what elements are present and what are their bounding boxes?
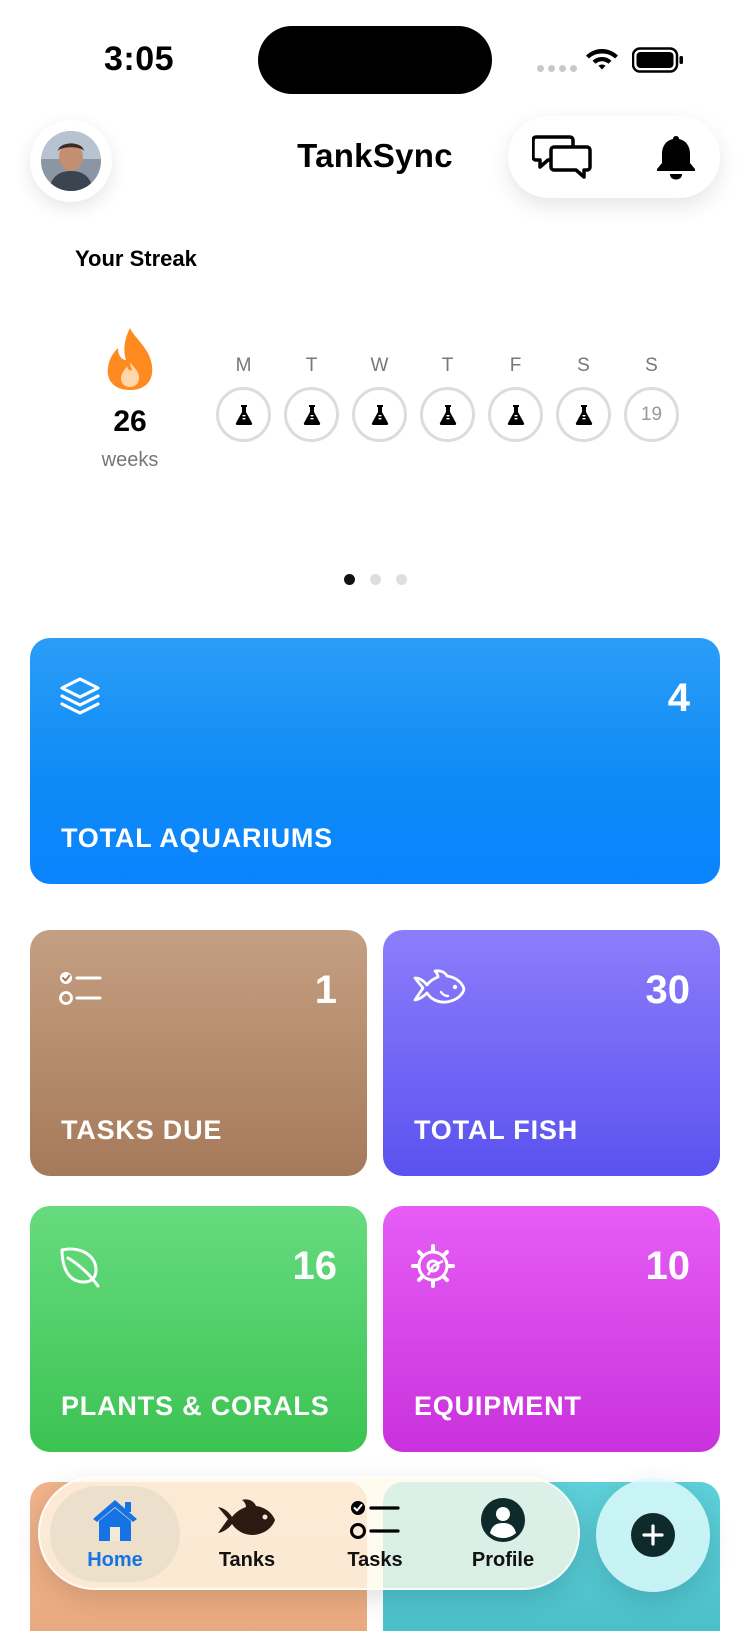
day-badge[interactable]: 19 [624,387,679,442]
flask-icon [371,404,388,425]
day-letter: T [441,355,454,376]
bell-icon[interactable] [654,134,698,180]
chat-bubbles-icon[interactable] [532,133,592,181]
gear-icon [411,1244,455,1288]
page-dot[interactable] [395,574,407,585]
streak-label: Your Streak [75,246,197,271]
tab-home[interactable]: Home [50,1486,180,1582]
day-letter: S [577,355,590,376]
tasks-due-card[interactable]: 1 TASKS DUE [30,930,367,1176]
card-value: 4 [667,676,690,720]
total-aquariums-card[interactable]: 4 TOTAL AQUARIUMS [30,638,720,884]
card-label: TOTAL AQUARIUMS [61,823,333,853]
streak-day: S 19 [624,355,679,442]
card-label: TOTAL FISH [414,1115,579,1145]
card-value: 16 [292,1244,338,1288]
card-value: 1 [314,968,337,1012]
streak-unit: weeks [101,449,159,471]
flask-icon [303,404,320,425]
day-letter: M [235,355,252,376]
day-badge[interactable] [216,387,271,442]
status-bar: 3:05 [0,0,750,110]
checklist-icon [59,972,102,1005]
layers-icon [60,677,100,715]
total-fish-card[interactable]: 30 TOTAL FISH [383,930,720,1176]
tab-label: Home [87,1548,143,1571]
day-badge[interactable] [420,387,475,442]
card-value: 10 [645,1244,691,1288]
battery-icon [632,47,683,73]
wifi-icon [586,49,618,70]
page-dot[interactable] [369,574,381,585]
flask-icon [507,404,524,425]
flask-icon [439,404,456,425]
tab-label: Tasks [347,1548,403,1571]
day-letter: S [645,355,658,376]
header-actions [508,116,720,198]
person-circle-icon [481,1497,525,1542]
tab-profile[interactable]: Profile [438,1486,568,1582]
day-badge[interactable] [284,387,339,442]
day-letter: F [509,355,522,376]
plants-corals-card[interactable]: 16 PLANTS & CORALS [30,1206,367,1452]
streak-day: W [352,355,407,442]
flame-icon [107,328,153,390]
flask-icon [575,404,592,425]
page-dot-active[interactable] [343,574,355,585]
card-value: 30 [645,968,691,1012]
add-button[interactable] [596,1478,710,1592]
equipment-card[interactable]: 10 EQUIPMENT [383,1206,720,1452]
day-badge[interactable] [352,387,407,442]
day-letter: T [305,355,318,376]
page-indicator [0,574,750,585]
status-time: 3:05 [104,40,175,78]
streak-day: T [420,355,475,442]
tab-label: Tanks [218,1548,276,1571]
cellular-signal-icon [537,65,577,72]
day-date: 19 [640,403,663,425]
streak-day: S [556,355,611,442]
dynamic-island [258,26,492,94]
streak-day: M [216,355,271,442]
card-label: TASKS DUE [61,1115,223,1145]
plus-icon [631,1513,675,1557]
flask-icon [235,404,252,425]
streak-week: M T W T F S S 19 [216,355,679,442]
day-badge[interactable] [488,387,543,442]
plus-glyph [642,1524,664,1546]
checklist-icon [350,1500,400,1539]
card-label: PLANTS & CORALS [61,1391,330,1421]
streak-day: T [284,355,339,442]
tab-tanks[interactable]: Tanks [182,1486,312,1582]
leaf-icon [60,1247,100,1288]
tab-label: Profile [471,1548,535,1571]
day-letter: W [370,355,389,376]
fish-icon [413,969,466,1004]
streak-count: 26 [113,405,147,438]
fish-icon [218,1498,275,1535]
tab-bar: Home Tanks Tasks Profile [38,1476,580,1590]
house-icon [93,1499,137,1541]
day-badge[interactable] [556,387,611,442]
card-label: EQUIPMENT [414,1391,582,1421]
streak-day: F [488,355,543,442]
tab-tasks[interactable]: Tasks [310,1486,440,1582]
